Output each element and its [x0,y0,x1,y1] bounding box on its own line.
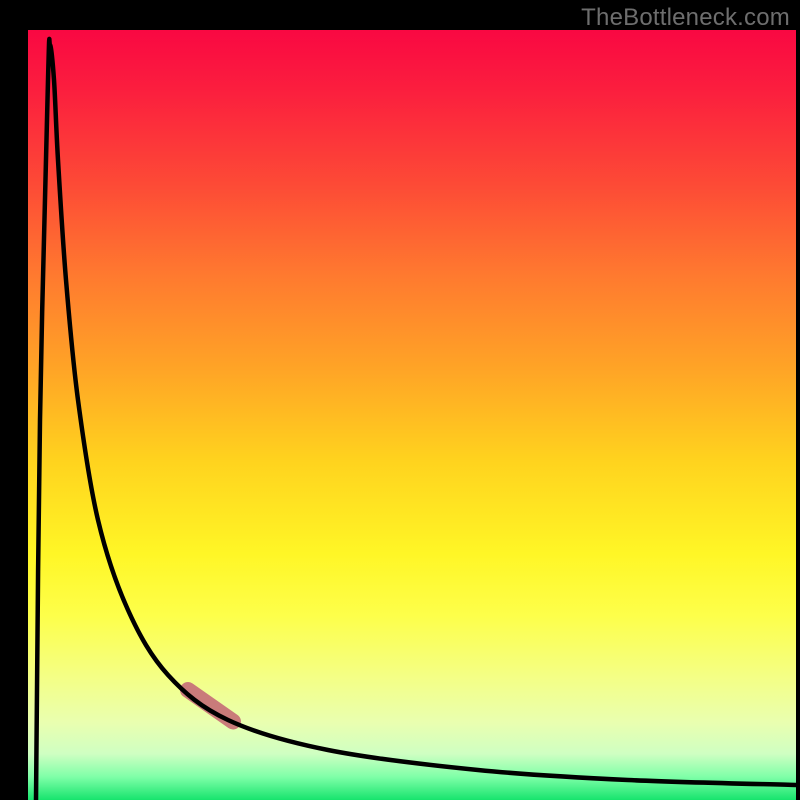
curve-svg [28,30,796,800]
plot-area [28,30,796,800]
bottleneck-curve-path [36,39,796,800]
chart-canvas: TheBottleneck.com [0,0,800,800]
watermark-text: TheBottleneck.com [581,4,790,32]
